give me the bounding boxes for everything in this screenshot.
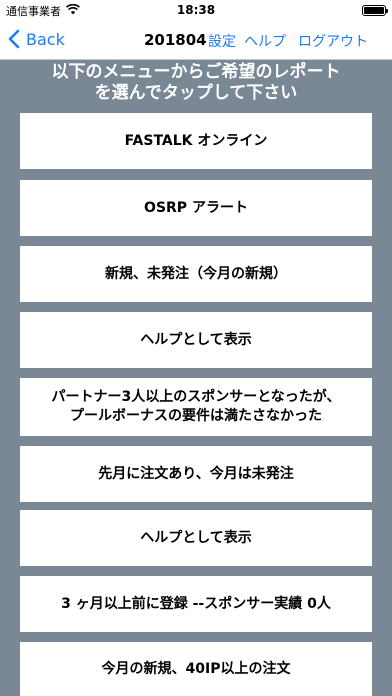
menu-item-label: 先月に注文あり、今月は未発注 [98,465,294,482]
report-menu: 以下のメニューからご希望のレポート を選んでタップして下さい FASTALK オ… [0,60,392,696]
settings-button[interactable]: 設定 [208,31,236,51]
menu-item-label: 今月の新規、40IP以上の注文 [101,660,291,677]
back-label: Back [26,29,65,49]
battery-icon [362,5,388,16]
status-bar: 通信事業者 18:38 [0,0,392,20]
clock: 18:38 [176,3,216,17]
menu-item-help-1[interactable]: ヘルプとして表示 [20,312,372,368]
menu-item-label: ヘルプとして表示 [140,331,252,348]
logout-button[interactable]: ログアウト [298,31,368,51]
menu-item-label: 3 ヶ月以上前に登録 --スポンサー実績 0人 [61,595,331,612]
menu-item-label-line-2: プールボーナスの要件は満たさなかった [70,408,322,424]
page-title: 201804 [144,31,207,49]
menu-item-ordered-last-month[interactable]: 先月に注文あり、今月は未発注 [20,446,372,502]
instruction-text: 以下のメニューからご希望のレポート を選んでタップして下さい [0,62,392,104]
menu-item-osrp-alert[interactable]: OSRP アラート [20,180,372,236]
menu-item-new-40ip-order[interactable]: 今月の新規、40IP以上の注文 [20,642,372,696]
menu-item-fastalk-online[interactable]: FASTALK オンライン [20,113,372,169]
instruction-line-2: を選んでタップして下さい [94,83,298,103]
menu-item-registered-3-months[interactable]: 3 ヶ月以上前に登録 --スポンサー実績 0人 [20,576,372,632]
menu-item-label: ヘルプとして表示 [140,529,252,546]
instruction-line-1: 以下のメニューからご希望のレポート [51,62,341,82]
menu-item-partner-sponsor[interactable]: パートナー3人以上のスポンサーとなったが、 プールボーナスの要件は満たさなかった [20,378,372,436]
menu-item-label: FASTALK オンライン [124,132,268,149]
chevron-left-icon [8,29,20,49]
menu-item-new-no-order[interactable]: 新規、未発注（今月の新規） [20,246,372,302]
menu-item-label: 新規、未発注（今月の新規） [105,265,287,282]
back-button[interactable]: Back [8,29,65,49]
help-button[interactable]: ヘルプ [244,31,286,51]
menu-item-help-2[interactable]: ヘルプとして表示 [20,510,372,566]
menu-item-label: OSRP アラート [144,199,248,216]
navigation-bar: Back 201804 設定 ヘルプ ログアウト [0,20,392,60]
menu-item-label-line-1: パートナー3人以上のスポンサーとなったが、 [51,389,341,405]
